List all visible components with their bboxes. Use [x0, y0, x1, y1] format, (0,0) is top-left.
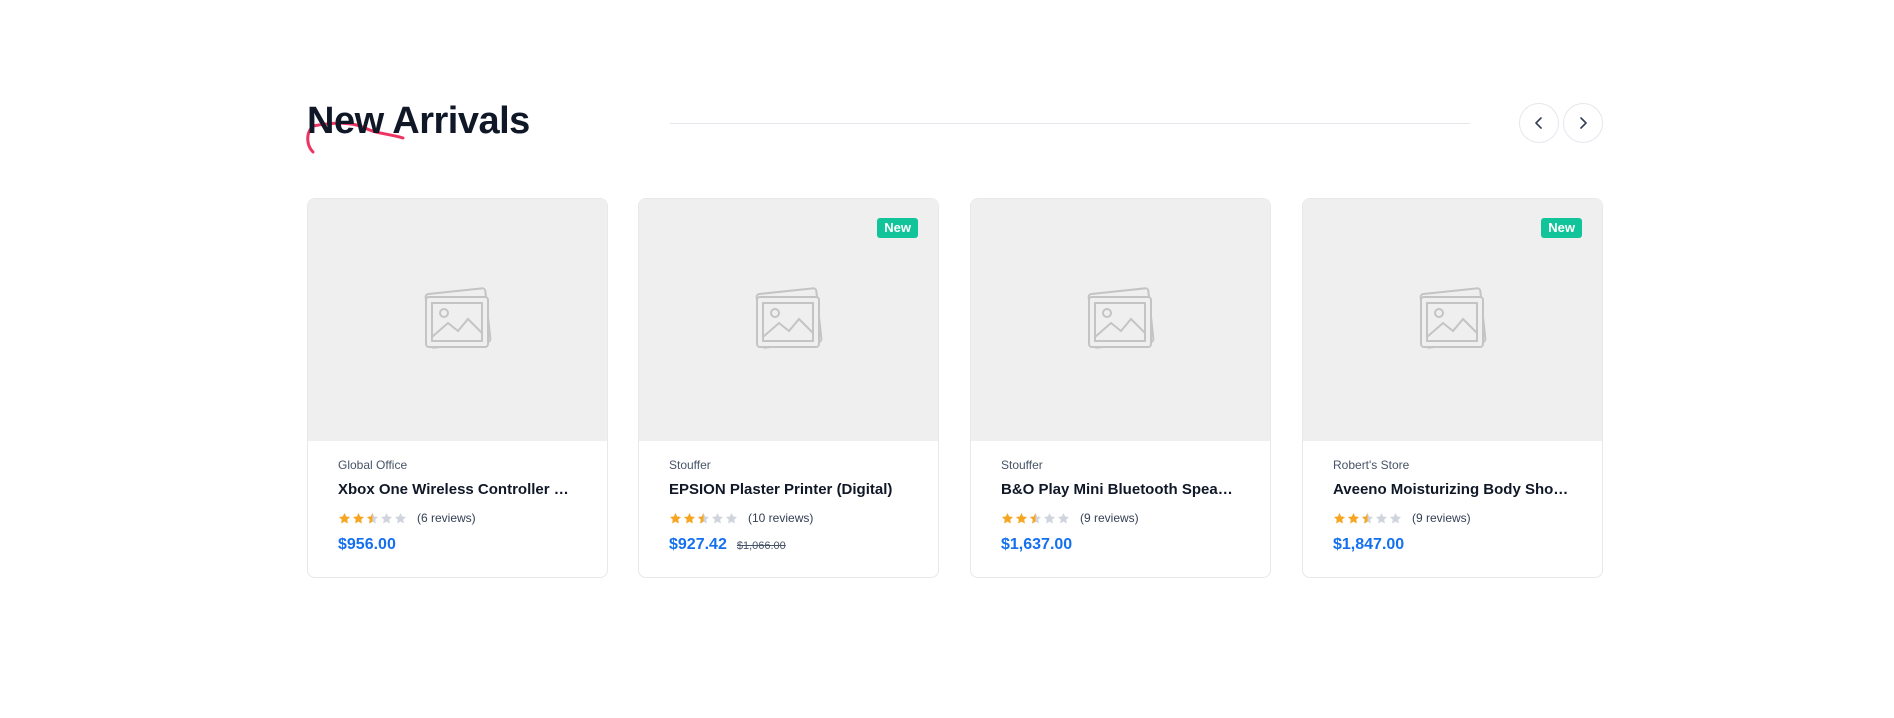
star-empty-icon: [711, 512, 724, 523]
price-row: $927.42 $1,066.00: [669, 536, 908, 554]
product-name[interactable]: EPSION Plaster Printer (Digital): [669, 480, 908, 500]
star-empty-icon: [1389, 512, 1402, 523]
product-image[interactable]: [971, 199, 1270, 441]
star-empty-icon: [1375, 512, 1388, 523]
store-name[interactable]: Stouffer: [1001, 457, 1240, 473]
star-empty-icon: [725, 512, 738, 523]
image-placeholder-icon: [424, 287, 491, 349]
star-full-icon: [338, 512, 351, 523]
store-name[interactable]: Global Office: [338, 457, 577, 473]
price-row: $1,637.00: [1001, 536, 1240, 554]
rating: (10 reviews): [669, 510, 908, 526]
product-card[interactable]: New Robert's Store Aveeno Moisturizing B…: [1302, 198, 1603, 578]
price: $956.00: [338, 536, 396, 553]
header-divider: [670, 123, 1470, 124]
star-rating: [1001, 512, 1070, 525]
product-info: Stouffer B&O Play Mini Bluetooth Speaker…: [971, 441, 1270, 554]
product-name[interactable]: Aveeno Moisturizing Body Shower Gel: [1333, 480, 1572, 500]
section-header: New Arrivals: [306, 96, 1603, 154]
store-name[interactable]: Stouffer: [669, 457, 908, 473]
price-row: $1,847.00: [1333, 536, 1572, 554]
old-price: $1,066.00: [736, 540, 786, 552]
image-placeholder-icon: [755, 287, 822, 349]
star-half-icon: [1361, 512, 1374, 523]
product-card[interactable]: Global Office Xbox One Wireless Controll…: [307, 198, 608, 578]
product-image[interactable]: New: [639, 199, 938, 441]
image-placeholder-icon: [1419, 287, 1486, 349]
star-empty-icon: [380, 512, 393, 523]
star-rating: [338, 512, 407, 525]
new-badge: New: [877, 218, 918, 238]
review-count: (6 reviews): [417, 511, 476, 525]
rating: (9 reviews): [1001, 510, 1240, 526]
star-empty-icon: [394, 512, 407, 523]
new-arrivals-section: New Arrivals Global Office Xbox One Wire…: [306, 0, 1603, 718]
star-rating: [1333, 512, 1402, 525]
image-placeholder-icon: [1087, 287, 1154, 349]
price: $927.42: [669, 536, 727, 553]
star-half-icon: [1029, 512, 1042, 523]
rating: (9 reviews): [1333, 510, 1572, 526]
prev-button[interactable]: [1519, 103, 1559, 143]
store-name[interactable]: Robert's Store: [1333, 457, 1572, 473]
product-name[interactable]: B&O Play Mini Bluetooth Speaker: [1001, 480, 1240, 500]
new-badge: New: [1541, 218, 1582, 238]
star-half-icon: [366, 512, 379, 523]
star-half-icon: [697, 512, 710, 523]
review-count: (9 reviews): [1080, 511, 1139, 525]
chevron-left-icon: [1535, 117, 1542, 129]
star-full-icon: [1347, 512, 1360, 523]
star-full-icon: [352, 512, 365, 523]
product-name[interactable]: Xbox One Wireless Controller Black Color: [338, 480, 577, 500]
section-title: New Arrivals: [307, 100, 530, 142]
product-info: Global Office Xbox One Wireless Controll…: [308, 441, 607, 554]
product-info: Stouffer EPSION Plaster Printer (Digital…: [639, 441, 938, 554]
title-wrap: New Arrivals: [306, 96, 530, 154]
price: $1,637.00: [1001, 536, 1073, 553]
product-image[interactable]: New: [1303, 199, 1602, 441]
star-full-icon: [669, 512, 682, 523]
star-full-icon: [1015, 512, 1028, 523]
chevron-right-icon: [1580, 117, 1587, 129]
product-info: Robert's Store Aveeno Moisturizing Body …: [1303, 441, 1602, 554]
product-image[interactable]: [308, 199, 607, 441]
star-empty-icon: [1043, 512, 1056, 523]
star-empty-icon: [1057, 512, 1070, 523]
review-count: (10 reviews): [748, 511, 814, 525]
star-full-icon: [683, 512, 696, 523]
review-count: (9 reviews): [1412, 511, 1471, 525]
star-full-icon: [1001, 512, 1014, 523]
rating: (6 reviews): [338, 510, 577, 526]
price: $1,847.00: [1333, 536, 1405, 553]
product-card[interactable]: Stouffer B&O Play Mini Bluetooth Speaker…: [970, 198, 1271, 578]
star-rating: [669, 512, 738, 525]
product-carousel: Global Office Xbox One Wireless Controll…: [307, 198, 1603, 578]
next-button[interactable]: [1563, 103, 1603, 143]
price-row: $956.00: [338, 536, 577, 554]
product-card[interactable]: New Stouffer EPSION Plaster Printer (Dig…: [638, 198, 939, 578]
star-full-icon: [1333, 512, 1346, 523]
